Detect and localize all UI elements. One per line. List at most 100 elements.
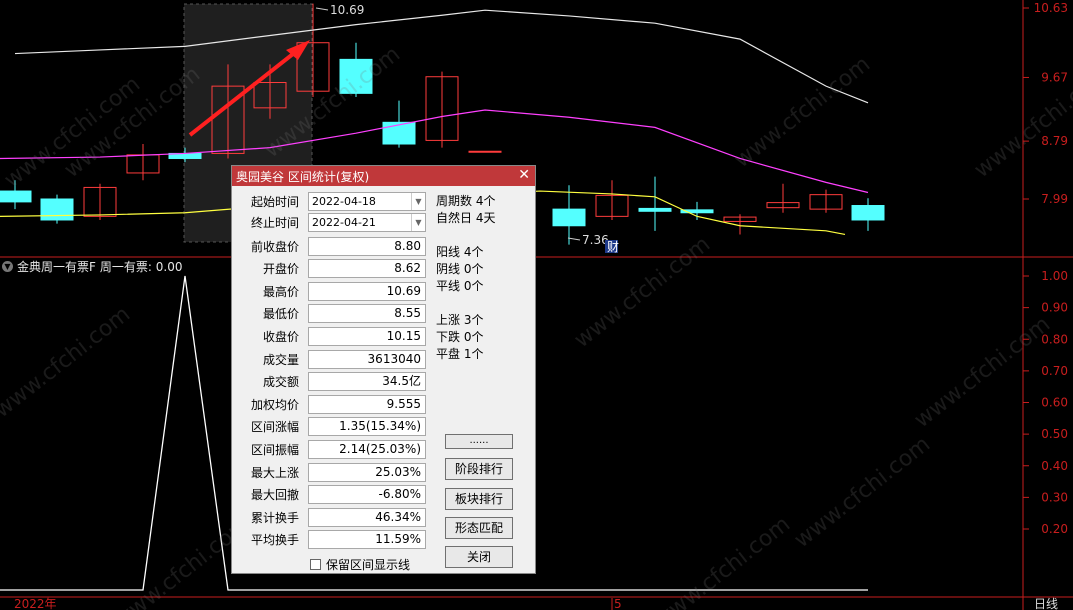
- stat-row: 最大回撤 -6.80%: [232, 485, 432, 505]
- candle-body: [468, 150, 502, 153]
- sector-rank-button[interactable]: 板块排行: [445, 488, 513, 510]
- count-stat: 下跌 0个: [436, 330, 484, 344]
- range-stats-dialog[interactable]: 奥园美谷 区间统计(复权) ✕ 起始时间 2022-04-18 ▼ 终止时间 2…: [231, 165, 536, 574]
- low-marker-label: 7.36: [582, 233, 609, 247]
- stat-label: 区间涨幅: [250, 420, 299, 435]
- stat-label: 区间振幅: [250, 442, 299, 457]
- start-time-picker[interactable]: 2022-04-18 ▼: [308, 191, 426, 211]
- stat-label: 最低价: [262, 307, 299, 322]
- indicator-tick-label: 0.20: [1041, 522, 1068, 536]
- stat-row: 前收盘价 8.80: [232, 236, 432, 256]
- period-label: 日线: [1034, 597, 1058, 610]
- stat-row: 平均换手 11.59%: [232, 530, 432, 550]
- stat-row: 收盘价 10.15: [232, 326, 432, 346]
- stat-value: 8.55: [308, 304, 426, 324]
- indicator-tick-label: 0.90: [1041, 301, 1068, 315]
- chevron-down-icon[interactable]: ▼: [2, 260, 13, 272]
- stat-value: 25.03%: [308, 462, 426, 482]
- stat-row: 成交额 34.5亿: [232, 372, 432, 392]
- high-marker-label: 10.69: [330, 3, 364, 17]
- pattern-match-button[interactable]: 形态匹配: [445, 517, 513, 539]
- start-time-label: 起始时间: [250, 194, 299, 209]
- stat-value: 1.35(15.34%): [308, 417, 426, 437]
- chevron-down-icon[interactable]: ▼: [411, 213, 425, 231]
- stat-value: 10.69: [308, 281, 426, 301]
- more-button[interactable]: ......: [445, 434, 513, 449]
- keep-line-checkbox-row[interactable]: 保留区间显示线: [310, 556, 410, 573]
- date-tick-label: 5: [614, 597, 622, 610]
- indicator-tick-label: 0.60: [1041, 396, 1068, 410]
- count-stat: 上涨 3个: [436, 313, 484, 327]
- stat-row: 开盘价 8.62: [232, 259, 432, 279]
- end-time-picker[interactable]: 2022-04-21 ▼: [308, 212, 426, 232]
- stat-label: 收盘价: [262, 329, 299, 344]
- stat-row: 最高价 10.69: [232, 281, 432, 301]
- stat-value: 34.5亿: [308, 372, 426, 392]
- stat-row: 累计换手 46.34%: [232, 507, 432, 527]
- candle-body: [638, 207, 672, 212]
- stat-row: 加权均价 9.555: [232, 394, 432, 414]
- indicator-title[interactable]: 金典周一有票F: [17, 258, 96, 275]
- count-stat: 自然日 4天: [436, 211, 496, 225]
- indicator-tick-label: 1.00: [1041, 269, 1068, 283]
- start-time-row: 起始时间 2022-04-18 ▼: [232, 191, 432, 211]
- count-stat: 阴线 0个: [436, 262, 484, 276]
- stat-label: 最高价: [262, 284, 299, 299]
- kline-chart[interactable]: 10.63 9.67 8.79 7.99 10.69 7.36财 1.00 0.90 0.80 0…: [0, 0, 1073, 610]
- stat-value: -6.80%: [308, 485, 426, 505]
- stat-value: 8.62: [308, 259, 426, 279]
- keep-line-label: 保留区间显示线: [326, 558, 411, 572]
- close-button[interactable]: 关闭: [445, 546, 513, 568]
- stat-label: 开盘价: [262, 262, 299, 277]
- indicator-value: 周一有票: 0.00: [99, 259, 183, 274]
- price-tick-label: 9.67: [1041, 70, 1068, 84]
- stat-label: 最大上涨: [250, 465, 299, 480]
- stat-value: 10.15: [308, 326, 426, 346]
- indicator-tick-label: 0.80: [1041, 332, 1068, 346]
- stat-value: 8.80: [308, 236, 426, 256]
- stat-value: 3613040: [308, 349, 426, 369]
- keep-line-checkbox[interactable]: [310, 559, 321, 570]
- stat-value: 2.14(25.03%): [308, 439, 426, 459]
- stat-row: 成交量 3613040: [232, 349, 432, 369]
- indicator-header[interactable]: ▼ 金典周一有票F 周一有票: 0.00: [0, 258, 182, 274]
- end-time-row: 终止时间 2022-04-21 ▼: [232, 212, 432, 232]
- stat-row: 最低价 8.55: [232, 304, 432, 324]
- stat-label: 最大回撤: [250, 488, 299, 503]
- count-stat: 平盘 1个: [436, 347, 484, 361]
- candle-body: [552, 208, 586, 227]
- stat-value: 46.34%: [308, 507, 426, 527]
- price-tick-label: 7.99: [1041, 192, 1068, 206]
- stat-row: 最大上涨 25.03%: [232, 462, 432, 482]
- dialog-titlebar[interactable]: 奥园美谷 区间统计(复权) ✕: [232, 166, 535, 186]
- stat-label: 成交额: [262, 375, 299, 390]
- stat-label: 累计换手: [250, 510, 299, 525]
- stat-label: 平均换手: [250, 533, 299, 548]
- close-icon[interactable]: ✕: [518, 167, 530, 183]
- start-time-value: 2022-04-18: [312, 194, 376, 208]
- stat-row: 区间涨幅 1.35(15.34%): [232, 417, 432, 437]
- cai-badge: 财: [607, 240, 619, 254]
- stat-label: 前收盘价: [250, 239, 299, 254]
- candle-body: [382, 121, 416, 145]
- count-stat: 阳线 4个: [436, 245, 484, 259]
- indicator-tick-label: 0.50: [1041, 427, 1068, 441]
- indicator-tick-label: 0.70: [1041, 364, 1068, 378]
- low-marker-arrow: [567, 237, 581, 241]
- price-tick-label: 10.63: [1034, 1, 1068, 15]
- count-stat: 周期数 4个: [436, 194, 496, 208]
- dialog-title: 奥园美谷 区间统计(复权): [236, 169, 370, 184]
- price-tick-label: 8.79: [1041, 134, 1068, 148]
- candle-body: [0, 190, 32, 203]
- stat-value: 9.555: [308, 394, 426, 414]
- chevron-down-icon[interactable]: ▼: [411, 192, 425, 210]
- year-label: 2022年: [14, 597, 57, 610]
- count-stat: 平线 0个: [436, 279, 484, 293]
- candle-body: [339, 58, 373, 94]
- indicator-tick-label: 0.40: [1041, 459, 1068, 473]
- candle-body: [40, 198, 74, 221]
- stage-rank-button[interactable]: 阶段排行: [445, 458, 513, 480]
- stat-value: 11.59%: [308, 530, 426, 550]
- end-time-label: 终止时间: [250, 215, 299, 230]
- candle-body: [851, 205, 885, 221]
